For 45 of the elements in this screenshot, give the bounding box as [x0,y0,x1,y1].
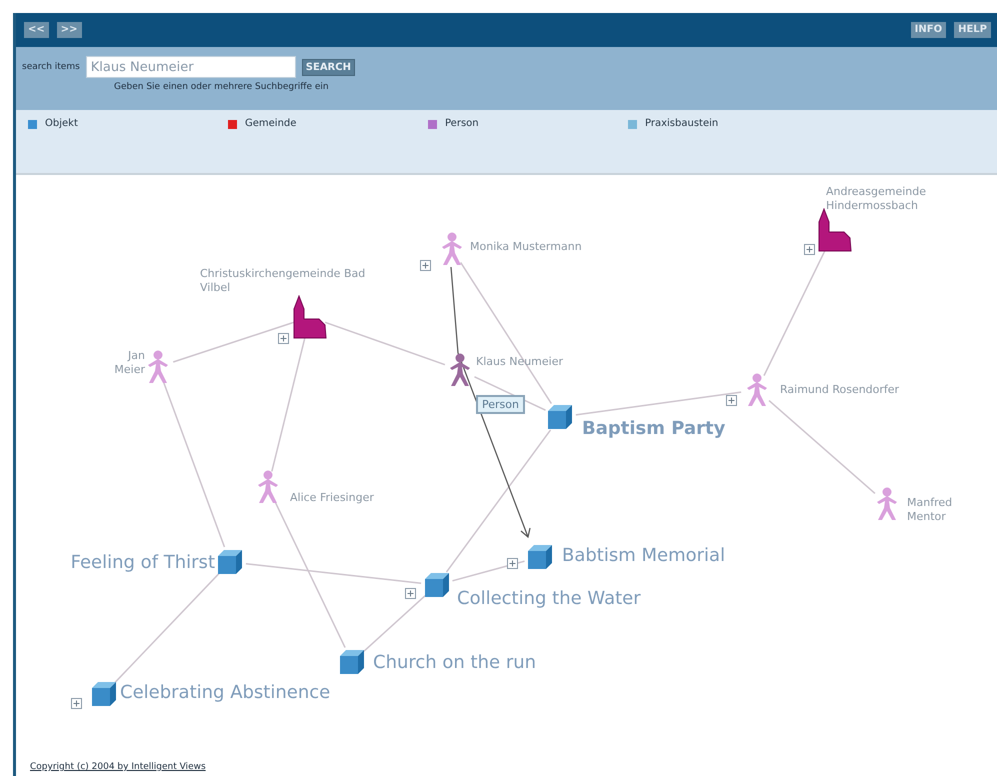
tooltip: Person [476,395,525,414]
legend-label: Gemeinde [245,118,296,129]
expand-icon[interactable] [420,260,431,271]
node-label: Monika Mustermann [470,240,583,254]
expand-icon[interactable] [507,558,518,569]
node-label: Feeling of Thirst [70,552,215,574]
connector-line [363,595,426,652]
expand-icon[interactable] [726,395,737,406]
legend-label: Objekt [45,118,78,129]
expand-icon[interactable] [405,588,416,599]
expand-icon[interactable] [278,333,289,344]
copyright-link[interactable]: Copyright (c) 2004 by Intelligent Views [30,762,206,772]
node-label: Christuskirchengemeinde Bad Vilbel [200,267,366,294]
cube-icon[interactable] [339,649,365,675]
search-field[interactable]: Klaus Neumeier [86,56,296,78]
toolbar-button[interactable]: HELP [954,22,991,38]
person-icon[interactable] [448,353,472,387]
cube-icon[interactable] [547,404,573,430]
legend-label: Person [445,118,479,129]
node-label: Jan Meier [113,349,145,376]
node-label: Church on the run [373,652,538,674]
node-label: Andreasgemeinde Hindermossbach [826,185,928,212]
church-icon[interactable] [818,208,852,252]
toolbar-button[interactable]: INFO [910,22,946,38]
expand-icon[interactable] [804,244,815,255]
search-label: search items [22,62,80,72]
cube-icon[interactable] [217,549,243,575]
cube-icon[interactable] [424,572,450,598]
search-hint: Geben Sie einen oder mehrere Suchbegriffe ein [114,82,330,92]
nav-button[interactable]: >> [56,22,82,38]
expand-icon[interactable] [71,698,82,709]
node-label: Klaus Neumeier [476,355,564,369]
node-label: Alice Friesinger [290,491,375,505]
search-button[interactable]: SEARCH [302,58,355,76]
node-label: Babtism Memorial [562,545,726,568]
node-label: Manfred Mentor [907,496,954,524]
legend-label: Praxisbaustein [645,118,718,129]
node-label: Baptism Party [582,418,726,440]
church-icon[interactable] [293,295,327,339]
nav-button[interactable]: << [24,22,49,38]
node-label: Collecting the Water [457,588,642,610]
node-label: Celebrating Abstinence [120,682,332,704]
node-label: Raimund Rosendorfer [780,383,900,397]
cube-icon[interactable] [91,681,117,707]
cube-icon[interactable] [527,544,553,570]
